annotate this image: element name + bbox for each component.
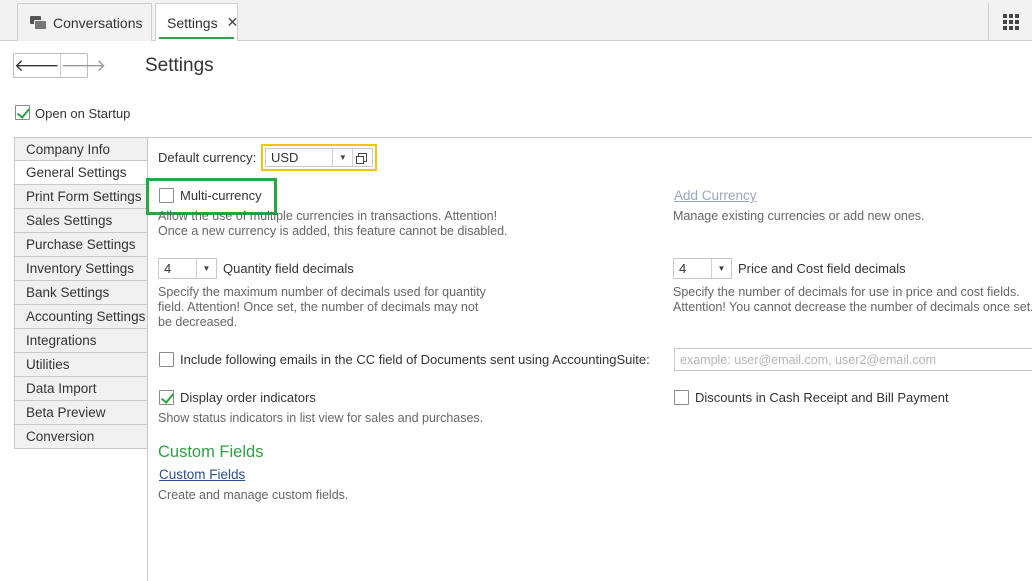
settings-sidebar: Company Info General Settings Print Form… xyxy=(14,137,148,449)
dropdown-arrow-icon[interactable]: ▼ xyxy=(332,149,352,166)
sidebar-item-sales-settings[interactable]: Sales Settings xyxy=(14,209,148,233)
quantity-decimals-value: 4 xyxy=(164,261,172,276)
quantity-decimals-description-3: be decreased. xyxy=(158,315,238,329)
discounts-label: Discounts in Cash Receipt and Bill Payme… xyxy=(695,390,949,405)
tab-conversations[interactable]: Conversations xyxy=(17,3,152,41)
tab-settings[interactable]: Settings ✕ xyxy=(155,3,238,41)
discounts-checkbox[interactable] xyxy=(674,390,689,405)
custom-fields-description: Create and manage custom fields. xyxy=(158,488,349,502)
order-indicators-label: Display order indicators xyxy=(180,390,316,405)
open-window-icon xyxy=(356,153,368,164)
tab-bar: Conversations Settings ✕ xyxy=(0,0,1032,41)
quantity-decimals-label: Quantity field decimals xyxy=(223,261,354,276)
price-decimals-label: Price and Cost field decimals xyxy=(738,261,906,276)
price-decimals-description-2: Attention! You cannot decrease the numbe… xyxy=(673,300,1032,314)
chat-icon xyxy=(30,15,47,30)
tab-label: Conversations xyxy=(53,14,143,31)
sidebar-item-inventory-settings[interactable]: Inventory Settings xyxy=(14,257,148,281)
sidebar-item-conversion[interactable]: Conversion xyxy=(14,425,148,449)
order-indicators-checkbox[interactable] xyxy=(159,390,174,405)
cc-emails-label: Include following emails in the CC field… xyxy=(180,352,650,367)
page-title: Settings xyxy=(145,55,214,76)
tab-label: Settings xyxy=(167,14,218,31)
default-currency-label: Default currency: xyxy=(158,150,257,165)
sidebar-item-company-info[interactable]: Company Info xyxy=(14,137,148,161)
sidebar-item-general-settings[interactable]: General Settings xyxy=(14,161,148,185)
active-tab-indicator xyxy=(159,37,234,39)
default-currency-select[interactable]: USD ▼ xyxy=(265,148,373,167)
cc-emails-checkbox[interactable] xyxy=(159,352,174,367)
history-nav: 🡐 🡒 xyxy=(13,53,106,78)
dropdown-arrow-icon[interactable]: ▼ xyxy=(711,259,731,278)
quantity-decimals-description-2: field. Attention! Once set, the number o… xyxy=(158,300,479,314)
open-on-startup-checkbox[interactable] xyxy=(15,105,30,120)
dropdown-arrow-icon[interactable]: ▼ xyxy=(196,259,216,278)
sidebar-item-data-import[interactable]: Data Import xyxy=(14,377,148,401)
forward-arrow-icon[interactable]: 🡒 xyxy=(61,54,107,77)
open-on-startup-label: Open on Startup xyxy=(35,106,131,121)
quantity-decimals-description: Specify the maximum number of decimals u… xyxy=(158,285,486,299)
apps-menu-button[interactable] xyxy=(988,3,1032,41)
multi-currency-label: Multi-currency xyxy=(180,188,262,203)
sidebar-item-integrations[interactable]: Integrations xyxy=(14,329,148,353)
sidebar-item-beta-preview[interactable]: Beta Preview xyxy=(14,401,148,425)
sidebar-item-print-form-settings[interactable]: Print Form Settings xyxy=(14,185,148,209)
sidebar-item-bank-settings[interactable]: Bank Settings xyxy=(14,281,148,305)
order-indicators-description: Show status indicators in list view for … xyxy=(158,411,484,425)
default-currency-value: USD xyxy=(271,150,299,165)
content-left-border xyxy=(147,161,148,581)
add-currency-description: Manage existing currencies or add new on… xyxy=(673,209,925,223)
custom-fields-link[interactable]: Custom Fields xyxy=(159,467,245,482)
multi-currency-description-2: Once a new currency is added, this featu… xyxy=(158,224,508,238)
price-decimals-description: Specify the number of decimals for use i… xyxy=(673,285,1020,299)
multi-currency-checkbox[interactable] xyxy=(159,188,174,203)
close-icon[interactable]: ✕ xyxy=(227,14,239,31)
custom-fields-section-title: Custom Fields xyxy=(158,443,264,461)
back-arrow-icon[interactable]: 🡐 xyxy=(14,54,61,77)
sidebar-item-purchase-settings[interactable]: Purchase Settings xyxy=(14,233,148,257)
quantity-decimals-select[interactable]: 4 ▼ xyxy=(158,258,217,279)
cc-emails-input[interactable] xyxy=(674,348,1032,371)
price-decimals-select[interactable]: 4 ▼ xyxy=(673,258,732,279)
grid-icon xyxy=(1002,14,1019,30)
open-form-button[interactable] xyxy=(352,149,372,166)
multi-currency-description: Allow the use of multiple currencies in … xyxy=(158,209,498,223)
price-decimals-value: 4 xyxy=(679,261,687,276)
sidebar-item-accounting-settings[interactable]: Accounting Settings xyxy=(14,305,148,329)
content-top-border xyxy=(147,137,1032,138)
add-currency-link[interactable]: Add Currency xyxy=(674,188,757,203)
default-currency-highlight: USD ▼ xyxy=(261,144,377,171)
sidebar-item-utilities[interactable]: Utilities xyxy=(14,353,148,377)
